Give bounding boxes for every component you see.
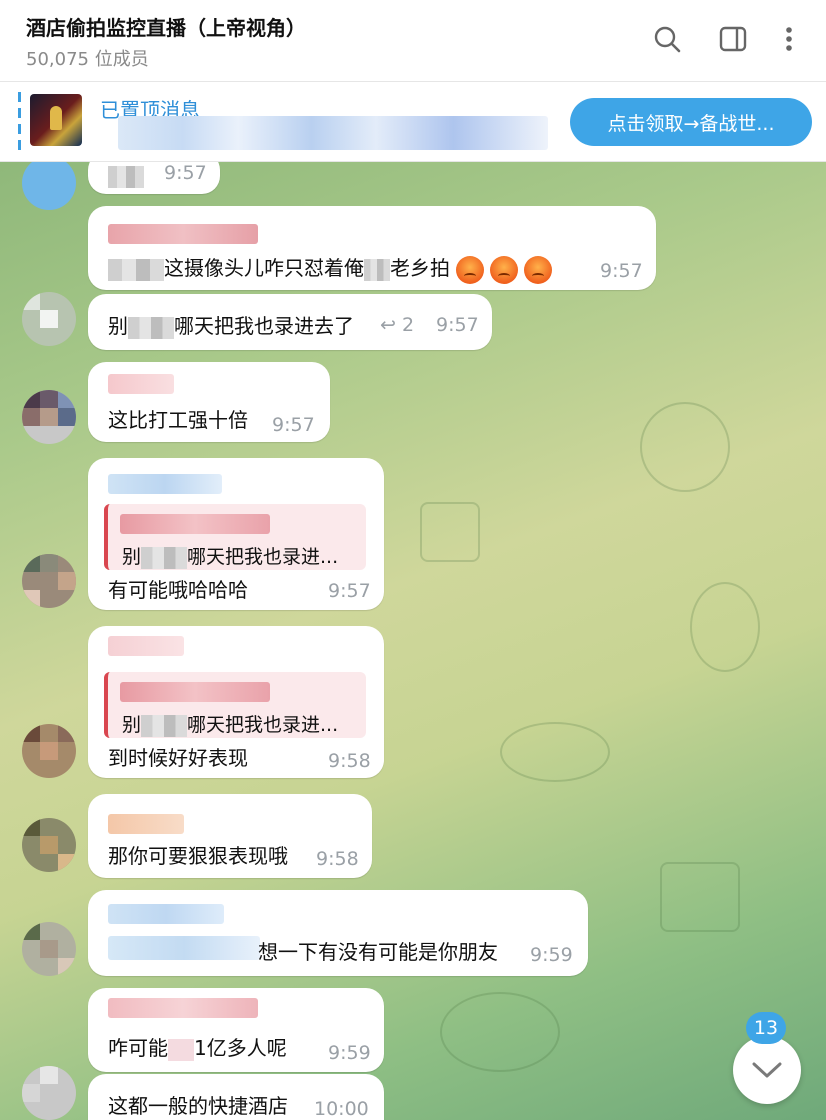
- avatar[interactable]: [22, 390, 76, 444]
- message-time: 9:58: [328, 750, 371, 772]
- scroll-to-bottom-button[interactable]: [733, 1036, 801, 1104]
- avatar[interactable]: [22, 922, 76, 976]
- reply-quote[interactable]: 别哪天把我也录进...: [104, 672, 366, 738]
- reply-sender-blur: [120, 514, 270, 534]
- message-bubble[interactable]: 别哪天把我也录进... 到时候好好表现 9:58: [88, 626, 384, 778]
- message-time: 9:58: [316, 848, 359, 870]
- sender-name-blur: [108, 904, 224, 924]
- doodle-background: [640, 402, 730, 492]
- message-time: 9:59: [328, 1042, 371, 1064]
- avatar[interactable]: [22, 1066, 76, 1120]
- pinned-message-bar[interactable]: 已置顶消息 点击领取→备战世...: [0, 82, 826, 162]
- angry-face-icon: [490, 255, 518, 284]
- angry-face-icon: [456, 255, 484, 284]
- pinned-thumbnail: [30, 94, 82, 146]
- doodle-background: [420, 502, 480, 562]
- doodle-background: [660, 862, 740, 932]
- redacted-text: [108, 166, 144, 188]
- pinned-action-button[interactable]: 点击领取→备战世...: [570, 98, 812, 146]
- message-time: 9:59: [530, 944, 573, 966]
- chat-header: 酒店偷拍监控直播（上帝视角） 50,075 位成员: [0, 0, 826, 82]
- message-bubble[interactable]: 这比打工强十倍 9:57: [88, 362, 330, 442]
- doodle-background: [690, 582, 760, 672]
- more-vertical-icon[interactable]: [772, 22, 806, 56]
- sender-name-blur: [108, 374, 174, 394]
- message-bubble[interactable]: 这摄像头儿咋只怼着俺 老乡拍 9:57: [88, 206, 656, 290]
- message-text: 咋可能 1亿多人呢: [108, 1036, 287, 1061]
- sender-name-blur: [108, 474, 222, 494]
- pinned-preview-blur: [118, 116, 548, 150]
- reply-text: 别哪天把我也录进...: [122, 546, 339, 569]
- reply-arrow-icon: ↩: [380, 314, 396, 336]
- message-text: 这摄像头儿咋只怼着俺 老乡拍: [108, 252, 552, 284]
- sidebar-toggle-icon[interactable]: [716, 22, 750, 56]
- reply-sender-blur: [120, 682, 270, 702]
- pinned-indicator: [18, 92, 21, 152]
- reply-text: 别哪天把我也录进...: [122, 714, 339, 737]
- message-bubble[interactable]: 9:57: [88, 162, 220, 194]
- message-time: 9:57: [600, 260, 643, 282]
- message-time: 9:57: [272, 414, 315, 436]
- reply-count[interactable]: ↩ 2: [380, 314, 414, 336]
- reply-quote[interactable]: 别哪天把我也录进...: [104, 504, 366, 570]
- sender-name-blur: [108, 224, 258, 244]
- avatar[interactable]: [22, 292, 76, 346]
- avatar[interactable]: [22, 724, 76, 778]
- angry-face-icon: [524, 255, 552, 284]
- message-text: 想一下有没有可能是你朋友: [258, 940, 498, 964]
- chat-title[interactable]: 酒店偷拍监控直播（上帝视角）: [26, 12, 306, 41]
- avatar[interactable]: [22, 554, 76, 608]
- message-time: 9:57: [328, 580, 371, 602]
- message-time: 9:57: [436, 314, 479, 336]
- avatar[interactable]: [22, 162, 76, 210]
- message-text: 这都一般的快捷酒店: [108, 1094, 288, 1118]
- message-text: 到时候好好表现: [108, 746, 248, 770]
- doodle-background: [500, 722, 610, 782]
- unread-count-badge: 13: [746, 1012, 786, 1044]
- message-bubble[interactable]: 咋可能 1亿多人呢 9:59: [88, 988, 384, 1072]
- message-text: 这比打工强十倍: [108, 408, 248, 432]
- message-bubble[interactable]: 别哪天把我也录进去了 ↩ 2 9:57: [88, 294, 492, 350]
- redacted-text: [108, 936, 260, 960]
- search-icon[interactable]: [650, 22, 684, 56]
- message-bubble[interactable]: 想一下有没有可能是你朋友 9:59: [88, 890, 588, 976]
- message-bubble[interactable]: 那你可要狠狠表现哦 9:58: [88, 794, 372, 878]
- message-text: 那你可要狠狠表现哦: [108, 844, 288, 868]
- message-time: 9:57: [164, 162, 207, 184]
- message-list[interactable]: 9:57 这摄像头儿咋只怼着俺 老乡拍 9:57 别哪天把我也录进去了 ↩ 2 9…: [0, 162, 826, 1120]
- chevron-down-icon: [752, 1062, 782, 1078]
- member-count: 50,075 位成员: [26, 49, 149, 70]
- doodle-background: [440, 992, 560, 1072]
- message-time: 10:00: [314, 1098, 369, 1120]
- message-text: 别哪天把我也录进去了: [108, 314, 354, 339]
- sender-name-blur: [108, 814, 184, 834]
- message-bubble[interactable]: 这都一般的快捷酒店 10:00: [88, 1074, 384, 1120]
- sender-name-blur: [108, 636, 184, 656]
- message-text: 有可能哦哈哈哈: [108, 578, 248, 602]
- avatar[interactable]: [22, 818, 76, 872]
- sender-name-blur: [108, 998, 258, 1018]
- message-bubble[interactable]: 别哪天把我也录进... 有可能哦哈哈哈 9:57: [88, 458, 384, 610]
